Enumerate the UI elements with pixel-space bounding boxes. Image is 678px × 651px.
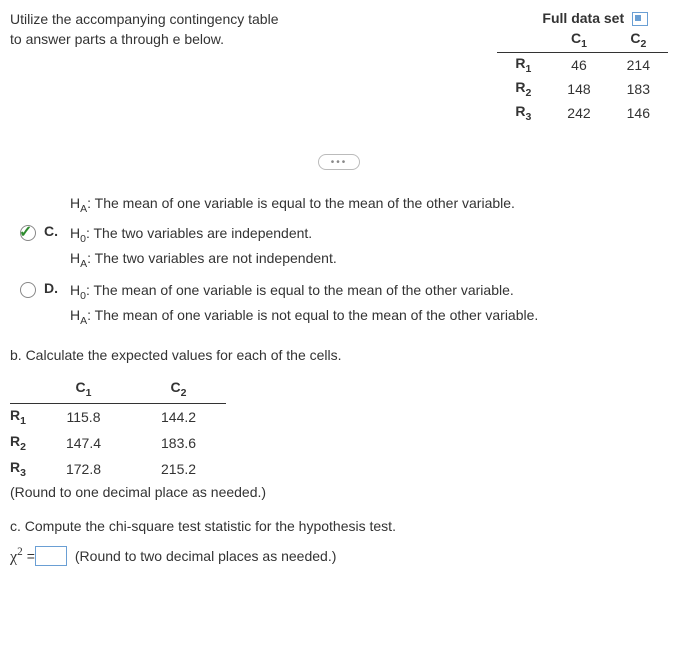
part-c-note: (Round to two decimal places as needed.) [75,548,336,564]
exp-row-r3: R3 [10,456,36,482]
cell-r3c2: 146 [609,101,668,125]
row-header-r3: R3 [497,101,549,125]
equals-text: = [27,548,35,564]
new-window-icon[interactable] [632,12,648,26]
row-header-r2: R2 [497,77,549,101]
expand-pill-icon[interactable]: ••• [318,154,360,170]
exp-row-r2: R2 [10,430,36,456]
answer-option-d[interactable]: D. H0: The mean of one variable is equal… [20,280,668,329]
cell-r1c2: 214 [609,53,668,77]
instruction-text: Utilize the accompanying contingency tab… [10,10,290,124]
cell-r1c1: 46 [549,53,608,77]
expected-values-table: C1 C2 R1 115.8 144.2 R2 147.4 183.6 R3 1… [10,375,226,481]
option-letter: D. [44,280,62,296]
exp-r1c2: 144.2 [131,404,226,430]
part-c-prompt: c. Compute the chi-square test statistic… [10,518,668,534]
row-header-r1: R1 [497,53,549,77]
exp-r2c2: 183.6 [131,430,226,456]
chi-square-symbol: χ2 [10,546,23,566]
exp-col-c1: C1 [36,375,131,403]
full-data-set-label: Full data set [542,10,624,26]
option-letter: C. [44,223,62,239]
option-body: H0: The mean of one variable is equal to… [70,280,538,329]
cell-r2c2: 183 [609,77,668,101]
answer-option-c[interactable]: C. H0: The two variables are independent… [20,223,668,272]
exp-r2c1: 147.4 [36,430,131,456]
exp-r3c1: 172.8 [36,456,131,482]
contingency-table: C1 C2 R1 46 214 R2 148 183 R3 242 146 [497,28,668,124]
exp-col-c2: C2 [131,375,226,403]
partial-option-ha: HA: The mean of one variable is equal to… [70,195,668,215]
full-data-set-header: Full data set [388,10,668,26]
part-b-prompt: b. Calculate the expected values for eac… [10,347,668,363]
exp-r3c2: 215.2 [131,456,226,482]
cell-r2c1: 148 [549,77,608,101]
option-body: H0: The two variables are independent. H… [70,223,337,272]
cell-r3c1: 242 [549,101,608,125]
radio-icon[interactable] [20,225,36,241]
col-header-c1: C1 [549,28,608,52]
exp-r1c1: 115.8 [36,404,131,430]
col-header-c2: C2 [609,28,668,52]
chi-square-input[interactable] [35,546,67,566]
part-b-note: (Round to one decimal place as needed.) [10,484,668,500]
exp-row-r1: R1 [10,404,36,430]
radio-icon[interactable] [20,282,36,298]
